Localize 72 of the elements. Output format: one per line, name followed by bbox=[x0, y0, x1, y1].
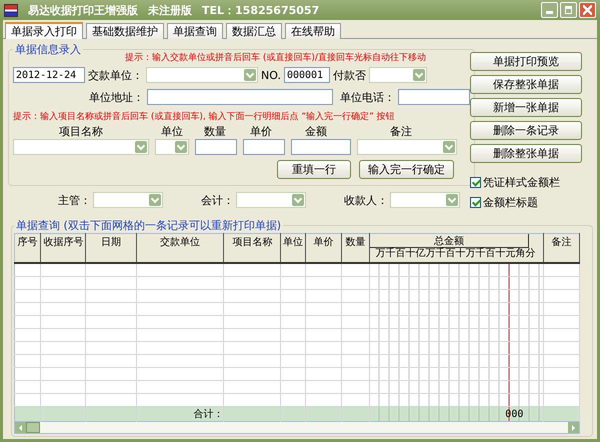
column-header: 单价 bbox=[305, 234, 342, 263]
field-label: 收款人： bbox=[344, 192, 388, 208]
maximize-button[interactable] bbox=[560, 2, 577, 18]
number-field[interactable]: 000001 bbox=[284, 67, 330, 83]
field-label: 付款否 bbox=[332, 68, 366, 82]
hint-text: 提示：输入交款单位或拼音后回车 (或直接回车)/直接回车光标自动往下移动 bbox=[124, 52, 427, 64]
checkbox-label: 金额栏标题 bbox=[483, 194, 538, 210]
dropdown-field[interactable] bbox=[146, 67, 258, 83]
group-title: 单据信息录入 bbox=[14, 42, 82, 57]
column-header: 日期 bbox=[86, 234, 136, 263]
action-button[interactable]: 新增一张单据 bbox=[470, 98, 582, 117]
minimize-button[interactable] bbox=[541, 2, 558, 18]
tab[interactable]: 单据录入打印 bbox=[5, 22, 83, 39]
dropdown-field[interactable] bbox=[13, 139, 149, 155]
column-label: 单位 bbox=[160, 124, 184, 139]
phone-number: TEL：15825675057 bbox=[202, 2, 320, 18]
group-title: 单据查询 (双击下面网格的一条记录可以重新打印单据) bbox=[15, 218, 282, 233]
field-label: 单位电话： bbox=[340, 90, 395, 104]
dropdown-field[interactable] bbox=[93, 192, 163, 208]
column-header: 收据序号 bbox=[40, 234, 86, 263]
tab[interactable]: 单据查询 bbox=[167, 23, 223, 39]
column-header: 项目名称 bbox=[224, 234, 281, 263]
field-label: NO. bbox=[261, 68, 281, 82]
column-label: 项目名称 bbox=[58, 124, 104, 139]
dropdown-field[interactable] bbox=[155, 139, 189, 155]
column-label: 单价 bbox=[249, 124, 273, 139]
input-field[interactable] bbox=[195, 139, 237, 155]
column-header: 单位 bbox=[280, 234, 306, 263]
checkbox[interactable] bbox=[470, 196, 481, 208]
reset-row-button[interactable]: 重填一行 bbox=[277, 160, 351, 179]
edition-label: 未注册版 bbox=[148, 2, 192, 18]
dropdown-field[interactable] bbox=[357, 139, 457, 155]
field-label: 交款单位： bbox=[88, 68, 143, 82]
input-field[interactable] bbox=[291, 139, 351, 155]
date-field[interactable]: 2012-12-24 bbox=[13, 67, 85, 83]
close-button[interactable] bbox=[579, 2, 596, 18]
dropdown-field[interactable] bbox=[368, 67, 427, 83]
column-header: 总金额 bbox=[370, 234, 530, 248]
horizontal-scrollbar[interactable] bbox=[14, 422, 580, 434]
tab[interactable]: 数据汇总 bbox=[226, 23, 282, 39]
scroll-thumb[interactable] bbox=[26, 422, 40, 433]
field-label: 主管： bbox=[58, 192, 91, 208]
column-label: 备注 bbox=[389, 124, 413, 139]
checkbox[interactable] bbox=[470, 176, 481, 188]
dropdown-field[interactable] bbox=[236, 192, 306, 208]
action-button[interactable]: 保存整张单据 bbox=[470, 75, 582, 94]
column-label: 金额 bbox=[304, 124, 328, 139]
column-header: 交款单位 bbox=[136, 234, 224, 263]
phone-field[interactable] bbox=[398, 89, 470, 105]
total-label: 合计： bbox=[193, 409, 224, 420]
action-button[interactable]: 单据打印预览 bbox=[470, 52, 582, 71]
field-label: 会计： bbox=[201, 192, 234, 208]
checkbox-label: 凭证样式金额栏 bbox=[483, 174, 560, 190]
address-field[interactable] bbox=[147, 89, 333, 105]
field-label: 单位地址： bbox=[89, 90, 144, 104]
column-header: 数量 bbox=[342, 234, 370, 263]
dropdown-field[interactable] bbox=[390, 192, 460, 208]
input-field[interactable] bbox=[243, 139, 285, 155]
tab[interactable]: 在线帮助 bbox=[285, 23, 341, 39]
column-header: 序号 bbox=[14, 234, 41, 263]
app-icon bbox=[4, 4, 18, 16]
action-button[interactable]: 删除整张单据 bbox=[470, 144, 582, 163]
hint-text: 提示：输入项目名称或拼音后回车 (或直接回车), 输入下面一行明细后点 “输入完一行确定” 按钮 bbox=[13, 110, 396, 123]
scroll-left-button[interactable] bbox=[15, 422, 26, 433]
confirm-row-button[interactable]: 输入完一行确定 bbox=[359, 160, 454, 179]
window-title: 易达收据打印王增强版 bbox=[28, 2, 138, 18]
scroll-right-button[interactable] bbox=[568, 422, 579, 433]
action-button[interactable]: 删除一条记录 bbox=[470, 121, 582, 140]
column-label: 数量 bbox=[203, 124, 227, 139]
column-header: 备注 bbox=[544, 234, 580, 263]
digit-header: 万千百十亿万千百十万千百十元角分 bbox=[374, 248, 537, 260]
tab[interactable]: 基础数据维护 bbox=[86, 23, 164, 39]
